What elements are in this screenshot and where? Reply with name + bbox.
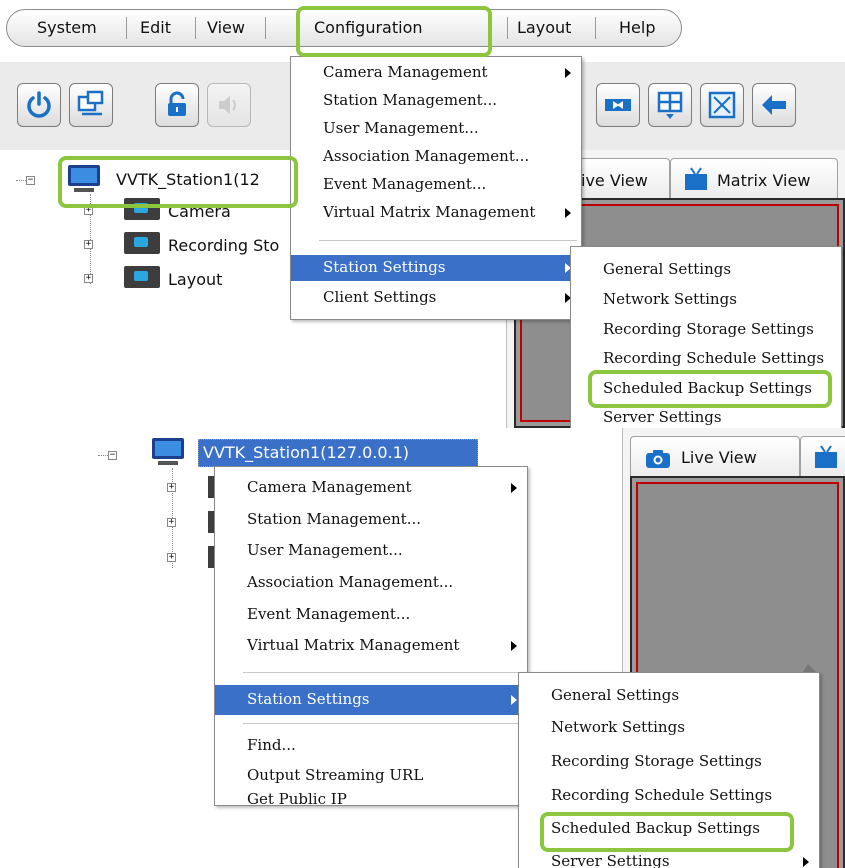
folder-icon bbox=[124, 232, 160, 254]
tab-live-view-label: Live View bbox=[681, 448, 757, 467]
menu-help[interactable]: Help bbox=[619, 18, 655, 37]
menu-edit[interactable]: Edit bbox=[140, 18, 171, 37]
tree-expand-toggle[interactable]: + bbox=[84, 240, 93, 249]
tree-collapse-toggle[interactable]: − bbox=[26, 176, 35, 185]
swap-button[interactable] bbox=[596, 83, 640, 127]
grid-layout-icon bbox=[657, 91, 683, 119]
menu-item-get-public-ip-label[interactable]: Get Public IP bbox=[247, 790, 347, 808]
submenu-arrow-icon bbox=[565, 68, 571, 78]
tab-live-view-label: ive View bbox=[581, 171, 648, 190]
layout-grid-button[interactable] bbox=[648, 83, 692, 127]
submenu-item-recording-schedule-settings[interactable]: Recording Schedule Settings bbox=[571, 346, 841, 372]
menu-separator bbox=[126, 17, 127, 39]
audio-button[interactable] bbox=[207, 83, 251, 127]
menu-item-station-settings[interactable]: Station Settings bbox=[291, 255, 581, 281]
power-icon bbox=[27, 91, 51, 118]
station-network-button[interactable] bbox=[69, 83, 113, 127]
menu-divider bbox=[243, 672, 523, 673]
menu-item-virtual-matrix-management[interactable]: Virtual Matrix Management bbox=[291, 200, 581, 226]
tree-connector bbox=[16, 180, 26, 181]
tree-expand-toggle[interactable]: + bbox=[167, 518, 176, 527]
submenu-item-general-settings[interactable]: General Settings bbox=[519, 683, 819, 709]
fullscreen-icon bbox=[708, 91, 736, 119]
tab-matrix-view-label: Matrix View bbox=[717, 171, 811, 190]
tree-expand-toggle[interactable]: + bbox=[84, 274, 93, 283]
tree-expand-toggle[interactable]: + bbox=[167, 483, 176, 492]
menu-item-user-management[interactable]: User Management... bbox=[291, 116, 581, 142]
tab-live-view[interactable]: Live View bbox=[630, 436, 800, 476]
submenu-item-recording-storage-settings[interactable]: Recording Storage Settings bbox=[519, 749, 819, 775]
submenu-item-network-settings[interactable]: Network Settings bbox=[519, 715, 819, 741]
menu-item-station-settings[interactable]: Station Settings bbox=[215, 685, 527, 715]
menu-view[interactable]: View bbox=[207, 18, 245, 37]
menu-divider bbox=[243, 723, 523, 724]
lock-icon bbox=[168, 91, 186, 116]
menu-separator bbox=[195, 17, 196, 39]
menu-item-user-management[interactable]: User Management... bbox=[215, 538, 527, 564]
tree-collapse-toggle[interactable]: − bbox=[108, 451, 117, 460]
speaker-icon bbox=[219, 96, 236, 114]
submenu-arrow-icon bbox=[511, 483, 517, 493]
menu-divider bbox=[319, 240, 577, 241]
menu-item-output-streaming-url[interactable]: Output Streaming URL bbox=[215, 763, 527, 789]
submenu-item-network-settings[interactable]: Network Settings bbox=[571, 287, 841, 313]
tree-item-layout[interactable]: Layout bbox=[168, 270, 222, 289]
submenu-arrow-icon bbox=[803, 857, 809, 867]
matrix-tv-icon bbox=[685, 167, 707, 190]
menu-item-find[interactable]: Find... bbox=[215, 733, 527, 759]
menu-system[interactable]: System bbox=[37, 18, 97, 37]
submenu-arrow-icon bbox=[565, 208, 571, 218]
menu-item-camera-management[interactable]: Camera Management bbox=[291, 60, 581, 86]
configuration-menu: Camera Management Station Management... … bbox=[290, 56, 582, 320]
back-button[interactable] bbox=[752, 83, 796, 127]
menu-item-association-management[interactable]: Association Management... bbox=[291, 144, 581, 170]
highlight-station bbox=[58, 156, 298, 208]
bottom-panel: − VVTK_Station1(127.0.0.1) + + + Live Vi… bbox=[0, 428, 845, 868]
submenu-item-recording-storage-settings[interactable]: Recording Storage Settings bbox=[571, 317, 841, 343]
matrix-tv-icon bbox=[815, 445, 837, 468]
submenu-item-general-settings[interactable]: General Settings bbox=[571, 257, 841, 283]
folder-icon bbox=[124, 266, 160, 288]
menu-item-station-management[interactable]: Station Management... bbox=[291, 88, 581, 114]
highlight-scheduled-backup bbox=[540, 812, 794, 852]
menu-item-association-management[interactable]: Association Management... bbox=[215, 570, 527, 596]
power-button[interactable] bbox=[17, 83, 61, 127]
lock-button[interactable] bbox=[155, 83, 199, 127]
menu-item-station-management[interactable]: Station Management... bbox=[215, 507, 527, 533]
menu-layout[interactable]: Layout bbox=[517, 18, 571, 37]
monitor-network-icon bbox=[77, 90, 104, 116]
tree-item-recording-storage[interactable]: Recording Sto bbox=[168, 236, 279, 255]
menu-separator bbox=[507, 17, 508, 39]
station-label-text: VVTK_Station1(127.0.0.1) bbox=[203, 443, 410, 462]
camera-icon bbox=[646, 450, 670, 468]
menu-item-client-settings[interactable]: Client Settings bbox=[291, 285, 581, 311]
highlight-scheduled-backup bbox=[588, 370, 832, 408]
menu-item-virtual-matrix-management[interactable]: Virtual Matrix Management bbox=[215, 633, 527, 659]
top-panel: System Edit View Configuration Layout He… bbox=[0, 0, 845, 428]
menu-item-event-management[interactable]: Event Management... bbox=[291, 172, 581, 198]
tree-expand-toggle[interactable]: + bbox=[167, 553, 176, 562]
menu-item-camera-management[interactable]: Camera Management bbox=[215, 475, 527, 501]
station-label-selected[interactable]: VVTK_Station1(127.0.0.1) bbox=[198, 439, 478, 467]
submenu-item-server-settings[interactable]: Server Settings bbox=[571, 405, 841, 428]
highlight-configuration bbox=[296, 6, 492, 57]
submenu-arrow-icon bbox=[511, 641, 517, 651]
fullscreen-button[interactable] bbox=[700, 83, 744, 127]
swap-arrows-icon bbox=[605, 99, 631, 111]
submenu-item-recording-schedule-settings[interactable]: Recording Schedule Settings bbox=[519, 783, 819, 809]
menu-separator bbox=[265, 17, 266, 39]
station-context-menu: Camera Management Station Management... … bbox=[214, 466, 528, 808]
submenu-arrow-icon bbox=[511, 695, 517, 705]
tree-connector bbox=[98, 455, 108, 456]
tab-matrix-view[interactable] bbox=[800, 436, 845, 476]
menu-separator bbox=[595, 17, 596, 39]
computer-icon bbox=[152, 438, 184, 465]
tab-matrix-view[interactable]: Matrix View bbox=[670, 158, 838, 198]
back-arrow-icon bbox=[762, 95, 786, 115]
menu-item-event-management[interactable]: Event Management... bbox=[215, 602, 527, 628]
